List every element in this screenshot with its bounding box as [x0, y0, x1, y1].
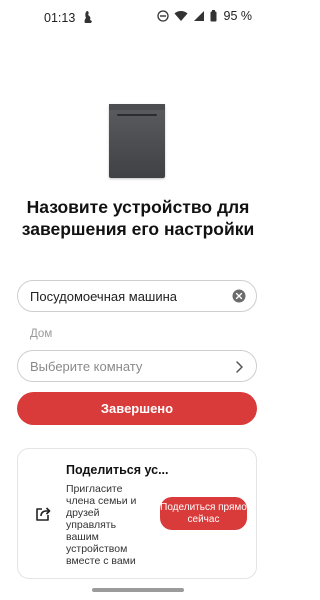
share-card: Поделиться ус... Пригласите члена семьи … — [17, 448, 257, 579]
status-bar: 01:13 95 % — [0, 0, 276, 36]
device-top-edge — [109, 104, 165, 110]
room-label: Дом — [30, 328, 53, 340]
battery-percentage: 95 % — [223, 9, 253, 23]
room-placeholder: Выберите комнату — [30, 359, 143, 374]
room-select[interactable]: Выберите комнату — [17, 350, 257, 382]
signal-icon — [193, 10, 205, 22]
dnd-icon — [156, 10, 169, 22]
done-button[interactable]: Завершено — [17, 392, 257, 425]
gesture-bar[interactable] — [92, 588, 184, 592]
battery-icon — [210, 10, 217, 22]
wifi-icon — [174, 10, 188, 22]
share-title: Поделиться ус... — [66, 463, 169, 477]
chevron-right-icon — [234, 360, 244, 374]
clear-icon[interactable] — [232, 289, 246, 303]
dishwasher-image — [109, 104, 165, 178]
app-notification-icon — [81, 9, 95, 25]
status-icons: 95 % — [156, 9, 253, 23]
share-now-button[interactable]: Поделиться прямо сейчас — [160, 497, 247, 530]
device-name-value[interactable]: Посудомоечная машина — [30, 289, 177, 304]
status-time: 01:13 — [44, 11, 76, 25]
device-handle — [117, 114, 157, 116]
share-description: Пригласите члена семьи и друзей управлят… — [66, 483, 137, 567]
device-name-field[interactable]: Посудомоечная машина — [17, 280, 257, 312]
share-icon — [34, 505, 52, 523]
page-title: Назовите устройство для завершения его н… — [21, 197, 255, 239]
